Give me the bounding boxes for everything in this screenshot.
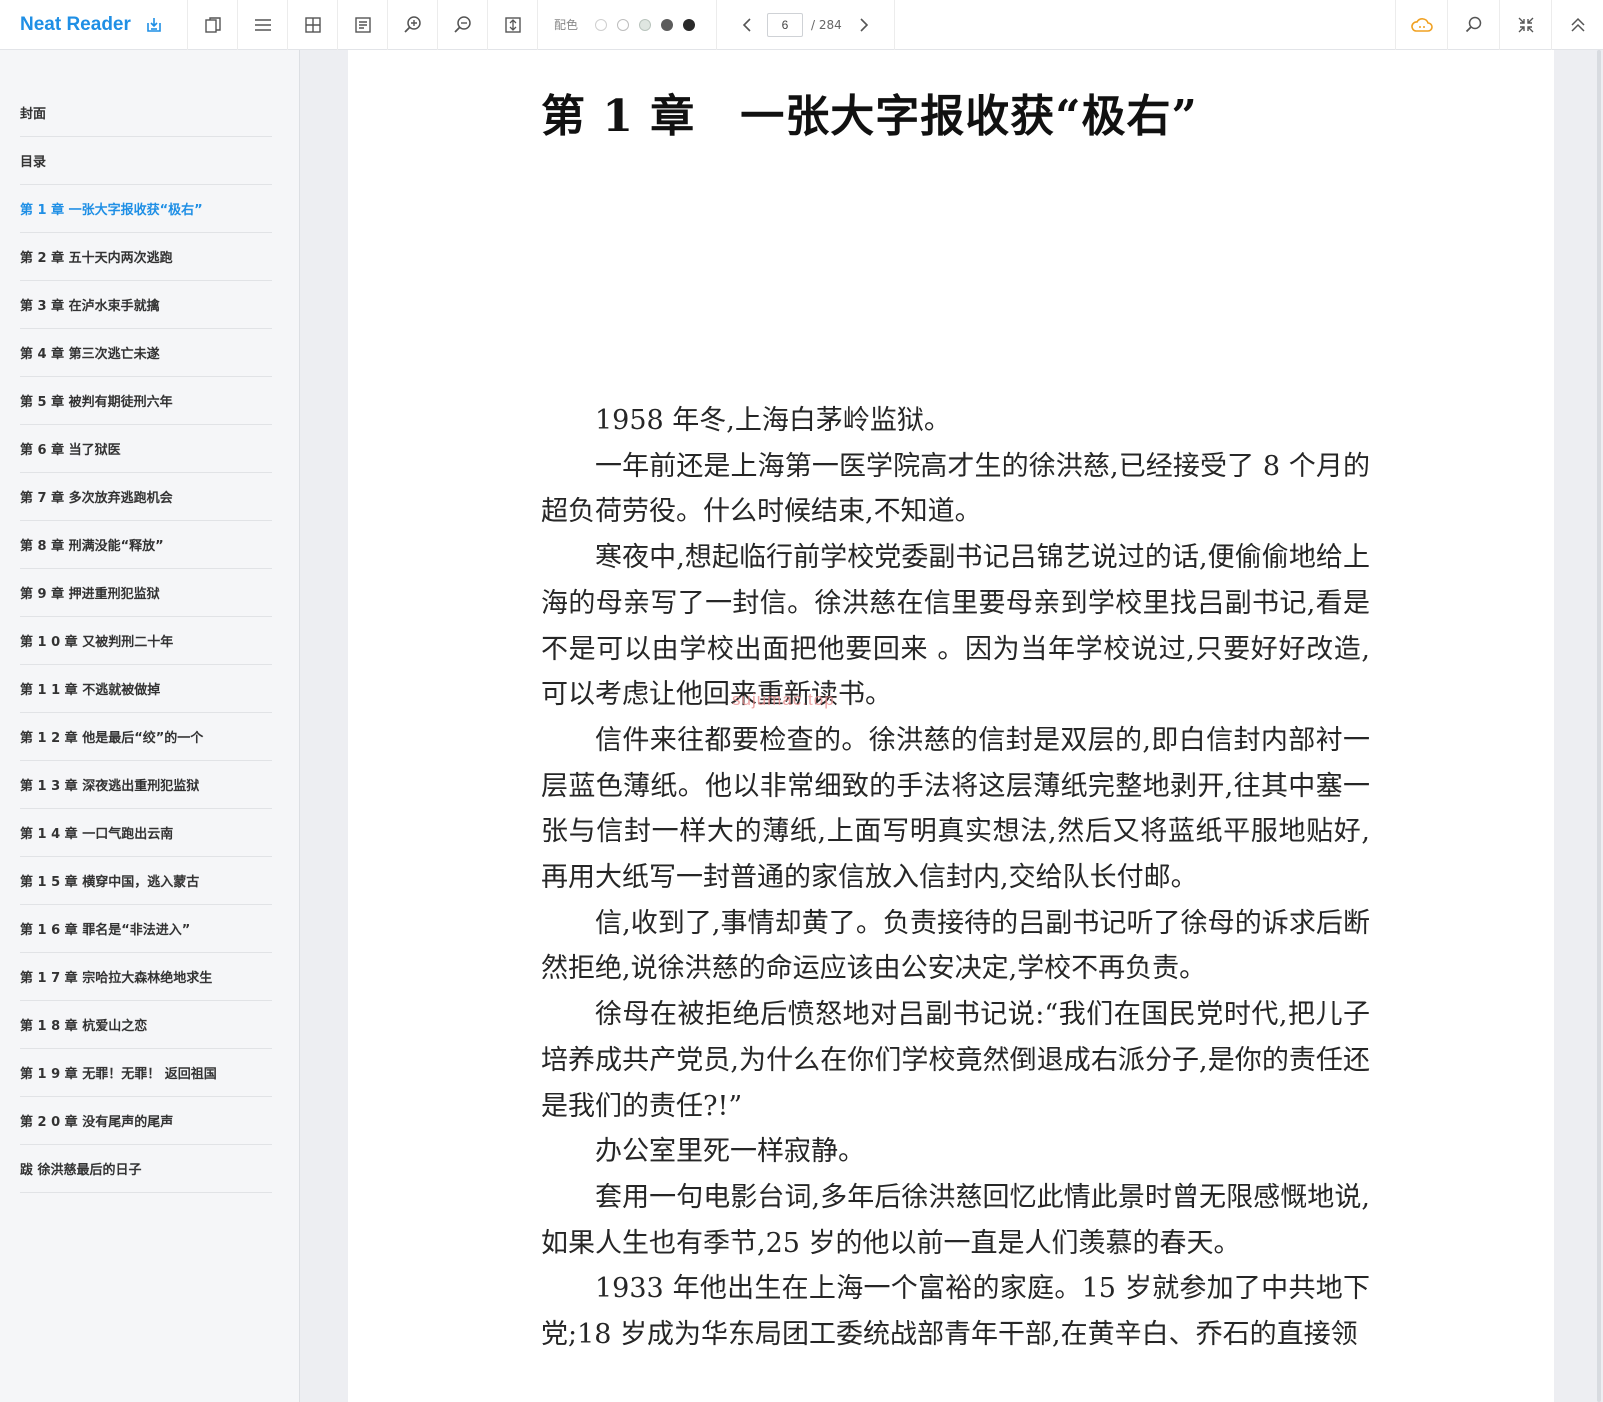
pager: / 284 xyxy=(717,0,895,50)
toc-item[interactable]: 第 7 章 多次放弃逃跑机会 xyxy=(20,473,272,521)
prev-page-icon[interactable] xyxy=(735,17,759,32)
toc-item[interactable]: 第 9 章 押进重刑犯监狱 xyxy=(20,569,272,617)
notes-icon[interactable] xyxy=(338,0,388,50)
chevron-up-icon[interactable] xyxy=(1551,0,1603,50)
toc-item[interactable]: 第 1 4 章 一口气跑出云南 xyxy=(20,809,272,857)
sidebar-toc: 封面 目录第 1 章 一张大字报收获“极右” 第 2 章 五十天内两次逃跑第 3 章… xyxy=(0,50,300,1402)
toc-item[interactable]: 第 5 章 被判有期徒刑六年 xyxy=(20,377,272,425)
next-page-icon[interactable] xyxy=(852,17,876,32)
toc-item[interactable]: 第 1 7 章 宗哈拉大森林绝地求生 xyxy=(20,953,272,1001)
paragraph: 徐母在被拒绝后愤怒地对吕副书记说:“我们在国民党时代,把儿子培养成共产党员,为什… xyxy=(541,999,1370,1122)
paragraph: 1958 年冬,上海白茅岭监狱。 xyxy=(595,405,951,436)
toc-item[interactable]: 第 1 9 章 无罪！无罪！ 返回祖国 xyxy=(20,1049,272,1097)
toc-item[interactable]: 第 3 章 在泸水束手就擒 xyxy=(20,281,272,329)
collapse-icon[interactable] xyxy=(1499,0,1551,50)
paragraph: 一年前还是上海第一医学院高才生的徐洪慈,已经接受了 8 个月的超负荷劳役。什么时… xyxy=(541,450,1370,528)
palette-swatch-dark[interactable] xyxy=(683,18,696,31)
toc-item[interactable]: 第 6 章 当了狱医 xyxy=(20,425,272,473)
toc-item[interactable]: 第 1 8 章 杭爱山之恋 xyxy=(20,1001,272,1049)
palette-swatch-white[interactable] xyxy=(595,18,608,31)
toc-item[interactable]: 第 1 1 章 不逃就被做掉 xyxy=(20,665,272,713)
toc-item[interactable]: 目录 xyxy=(20,137,272,185)
toc-item[interactable]: 第 1 章 一张大字报收获“极右” xyxy=(20,185,272,233)
copy-icon[interactable] xyxy=(188,0,238,50)
grid-icon[interactable] xyxy=(288,0,338,50)
palette-label: 配色 xyxy=(554,18,579,32)
search-icon[interactable] xyxy=(1447,0,1499,50)
zoom-out-icon[interactable] xyxy=(438,0,488,50)
toc-item[interactable]: 第 2 章 五十天内两次逃跑 xyxy=(20,233,272,281)
page-number-input[interactable] xyxy=(767,12,804,37)
paragraph: 1933 年他出生在上海一个富裕的家庭。15 岁就参加了中共地下党;18 岁成为… xyxy=(541,1273,1370,1351)
fit-page-icon[interactable] xyxy=(488,0,538,50)
palette-swatch-green[interactable] xyxy=(639,18,652,31)
toc-item[interactable]: 第 1 2 章 他是最后“绞”的一个 xyxy=(20,713,272,761)
cloud-icon[interactable] xyxy=(1395,0,1447,50)
menu-icon[interactable] xyxy=(238,0,288,50)
page-total: / 284 xyxy=(811,17,842,32)
watermark: sujumac.top xyxy=(732,690,835,709)
brand: Neat Reader xyxy=(0,0,188,50)
toc-item[interactable]: 第 4 章 第三次逃亡未遂 xyxy=(20,329,272,377)
toc-item[interactable]: 第 8 章 刑满没能“释放” xyxy=(20,521,272,569)
paragraph: 套用一句电影台词,多年后徐洪慈回忆此情此景时曾无限感慨地说,如果人生也有季节,2… xyxy=(541,1181,1370,1259)
zoom-in-icon[interactable] xyxy=(388,0,438,50)
toc-item[interactable]: 跋 徐洪慈最后的日子 xyxy=(20,1145,272,1193)
scrollbar[interactable] xyxy=(1555,50,1603,1402)
toc-item[interactable]: 第 1 0 章 又被判刑二十年 xyxy=(20,617,272,665)
paragraph: 信件来往都要检查的。徐洪慈的信封是双层的,即白信封内部衬一层蓝色薄纸。他以非常细… xyxy=(541,724,1370,894)
import-icon[interactable] xyxy=(145,16,163,34)
scrollbar-thumb[interactable] xyxy=(1597,50,1601,1402)
chapter-body: 1958 年冬,上海白茅岭监狱。一年前还是上海第一医学院高才生的徐洪慈,已经接受… xyxy=(541,398,1370,1358)
toc-item[interactable]: 第 2 0 章 没有尾声的尾声 xyxy=(20,1097,272,1145)
paragraph: 办公室里死一样寂静。 xyxy=(595,1136,865,1168)
toc-item[interactable]: 封面 xyxy=(20,89,272,137)
palette-swatch-light[interactable] xyxy=(617,18,630,31)
toc-item[interactable]: 第 1 6 章 罪名是“非法进入” xyxy=(20,905,272,953)
toolbar: Neat Reader 配色 / 284 xyxy=(0,0,1603,50)
toc-item[interactable]: 第 1 3 章 深夜逃出重刑犯监狱 xyxy=(20,761,272,809)
palette-swatch-gray[interactable] xyxy=(661,18,674,31)
paragraph: 信,收到了,事情却黄了。负责接待的吕副书记听了徐母的诉求后断然拒绝,说徐洪慈的命… xyxy=(541,907,1370,985)
app-name: Neat Reader xyxy=(20,13,131,35)
toc-list: 封面 目录第 1 章 一张大字报收获“极右” 第 2 章 五十天内两次逃跑第 3 章… xyxy=(20,89,272,1193)
paragraph: 寒夜中,想起临行前学校党委副书记吕锦艺说过的话,便偷偷地给上海的母亲写了一封信。… xyxy=(541,542,1370,711)
toc-item[interactable]: 第 1 5 章 横穿中国，逃入蒙古 xyxy=(20,857,272,905)
chapter-title: 第 1 章 一张大字报收获“极右” xyxy=(541,91,1198,142)
color-palette: 配色 xyxy=(538,0,718,50)
